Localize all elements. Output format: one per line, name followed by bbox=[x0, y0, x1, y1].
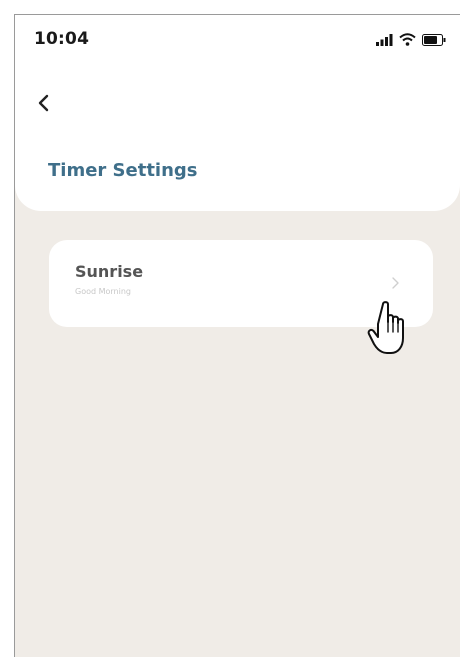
back-button[interactable] bbox=[31, 93, 55, 117]
chevron-right-icon bbox=[389, 274, 403, 292]
phone-screen: 10:04 Timer Settings Sunrise Good Mornin… bbox=[14, 14, 460, 657]
signal-icon bbox=[376, 31, 393, 50]
battery-icon bbox=[422, 31, 446, 50]
header-panel: 10:04 Timer Settings bbox=[15, 15, 460, 211]
status-icons bbox=[376, 31, 446, 50]
hand-pointer-cursor-icon bbox=[367, 300, 419, 360]
status-time: 10:04 bbox=[34, 29, 90, 49]
back-chevron-icon bbox=[37, 94, 49, 116]
timer-name: Sunrise bbox=[75, 262, 144, 281]
page-title: Timer Settings bbox=[48, 160, 198, 181]
wifi-icon bbox=[399, 31, 416, 50]
timer-subtitle: Good Morning bbox=[75, 287, 131, 296]
